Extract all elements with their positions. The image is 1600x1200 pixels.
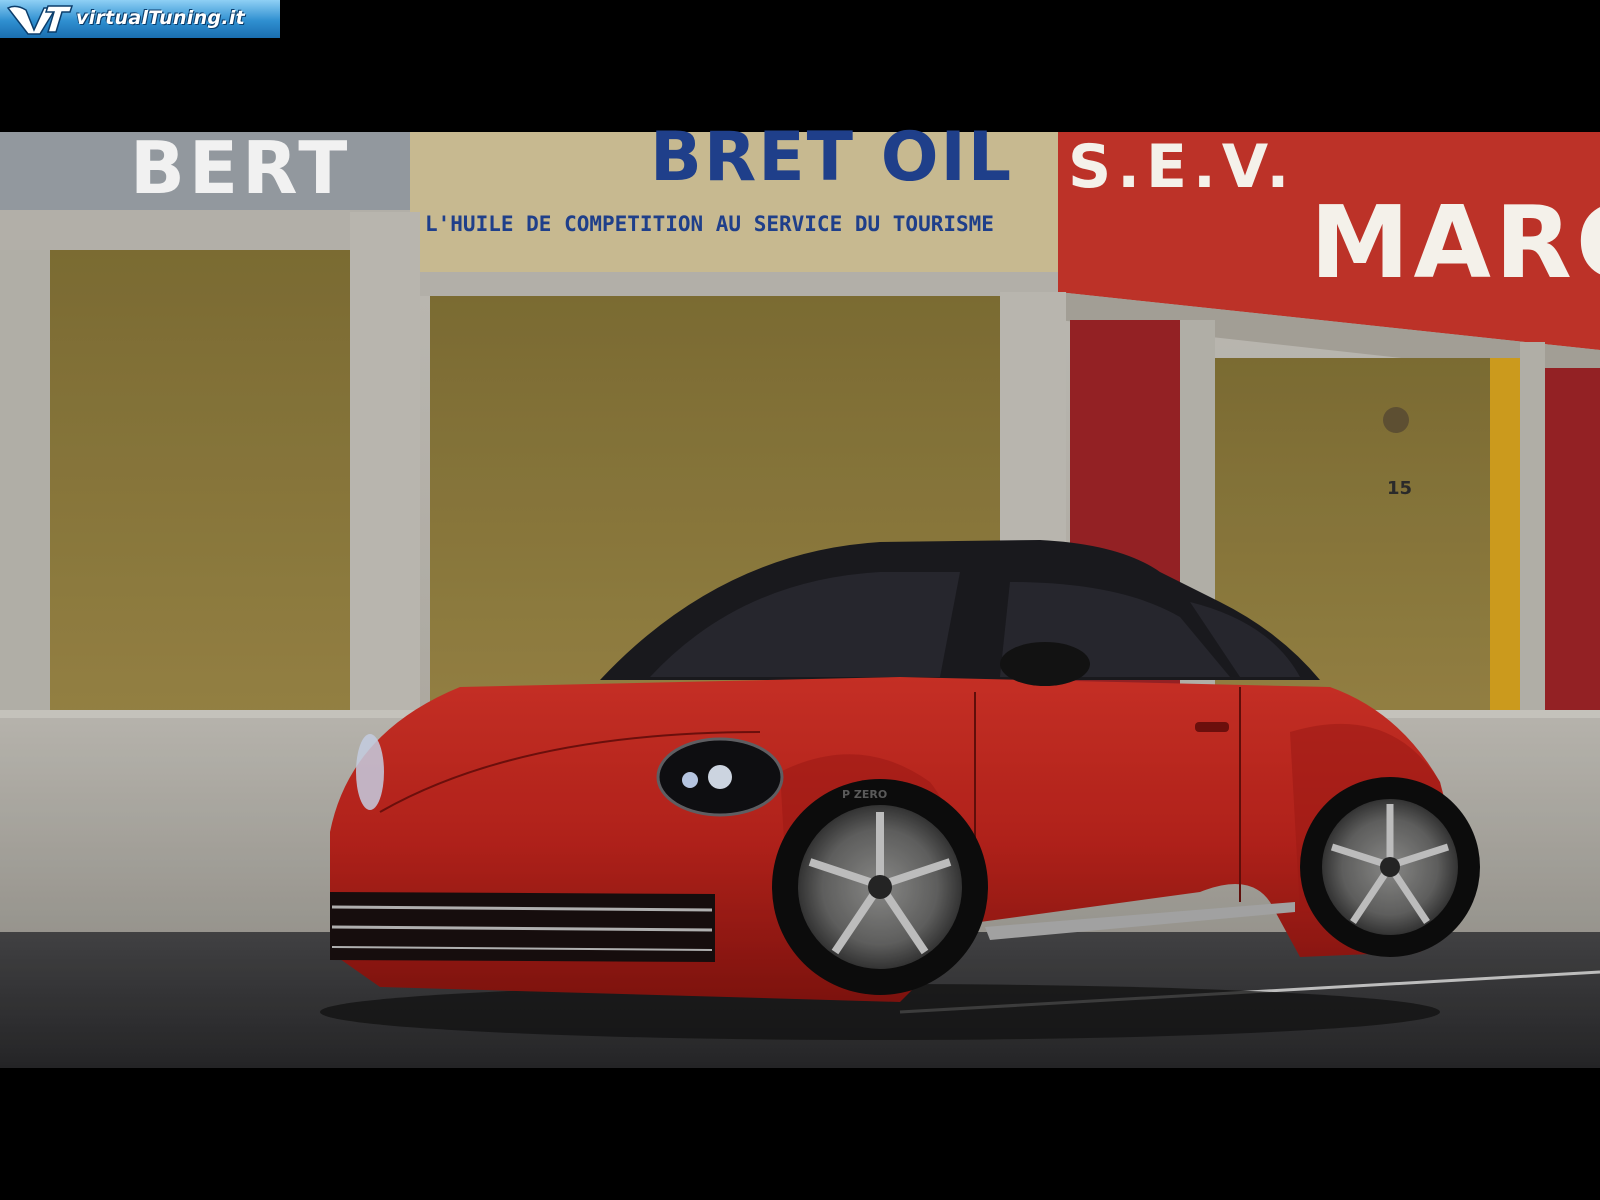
watermark-text: virtualTuning.it: [76, 7, 246, 29]
photo-car-at-pit-garages: [0, 132, 1600, 1068]
watermark-banner: virtualTuning.it: [0, 0, 280, 38]
vt-logo-icon: [6, 5, 74, 35]
